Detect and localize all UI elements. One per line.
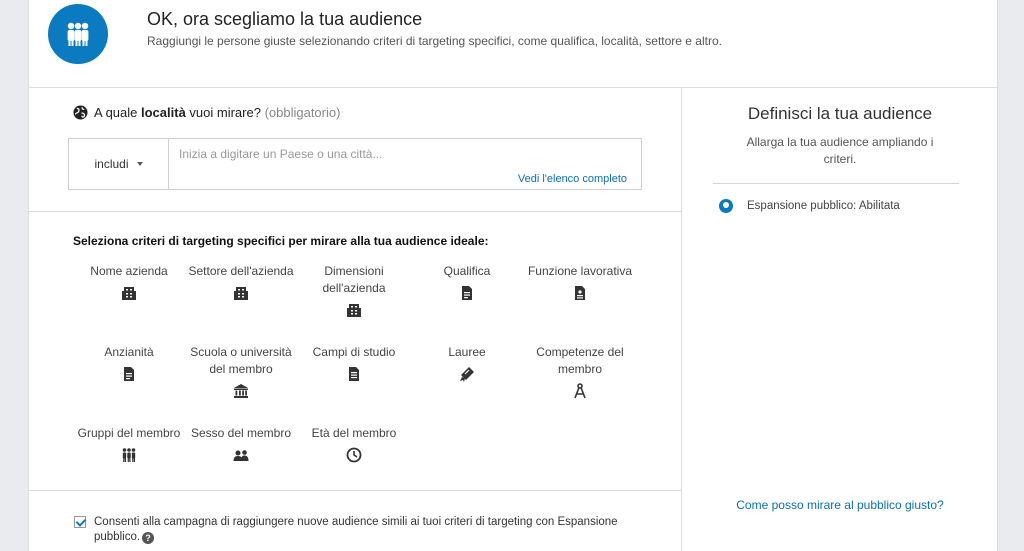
location-input[interactable] — [179, 147, 619, 161]
audience-subtitle: Allarga la tua audience ampliando i crit… — [746, 135, 934, 166]
document-icon — [462, 286, 472, 300]
expansion-status: Espansione pubblico: Abilitata — [719, 199, 900, 213]
criteria-title: Seleziona criteri di targeting specifici… — [73, 234, 489, 248]
expansion-icon — [719, 199, 733, 213]
document-icon — [349, 367, 359, 381]
required-label: (obbligatorio) — [264, 105, 341, 120]
criteria-member-gender[interactable]: Sesso del membro — [186, 425, 296, 463]
targeting-section: A quale località vuoi mirare? (obbligato… — [29, 88, 682, 551]
criteria-job-function[interactable]: Funzione lavorativa — [525, 263, 635, 301]
page-header: OK, ora scegliamo la tua audience Raggiu… — [29, 0, 997, 88]
criteria-label: Gruppi del membro — [77, 426, 181, 440]
audience-title: Definisci la tua audience — [747, 104, 933, 123]
criteria-label: Dimensioni dell'azienda — [322, 264, 386, 295]
criteria-label: Età del membro — [311, 426, 397, 440]
institution-icon — [234, 384, 248, 398]
criteria-label: Campi di studio — [312, 345, 396, 359]
people-icon — [233, 450, 249, 461]
building-icon — [234, 287, 248, 300]
location-bold: località — [141, 105, 186, 120]
criteria-label: Competenze del membro — [536, 345, 624, 376]
group-icon — [48, 4, 108, 64]
help-icon[interactable]: ? — [142, 532, 155, 544]
criteria-job-title[interactable]: Qualifica — [412, 263, 522, 301]
diploma-icon — [460, 367, 474, 382]
include-dropdown[interactable]: includi — [69, 139, 169, 189]
building-icon — [122, 287, 136, 300]
location-input-wrapper: Vedi l'elenco completo — [169, 139, 641, 189]
group-icon — [122, 448, 136, 462]
criteria-company-name[interactable]: Nome azienda — [74, 263, 184, 301]
criteria-label: Lauree — [448, 345, 486, 359]
globe-icon — [73, 105, 88, 120]
page-subtitle: Raggiungi le persone giuste selezionando… — [147, 34, 722, 48]
expansion-consent: Consenti alla campagna di raggiungere nu… — [74, 515, 654, 545]
full-list-link[interactable]: Vedi l'elenco completo — [518, 173, 627, 185]
main-panel: OK, ora scegliamo la tua audience Raggiu… — [28, 0, 998, 551]
location-title: A quale località vuoi mirare? (obbligato… — [73, 105, 340, 120]
divider — [29, 490, 682, 491]
consent-text: Consenti alla campagna di raggiungere nu… — [94, 516, 618, 543]
criteria-company-size[interactable]: Dimensioni dell'azienda — [299, 263, 409, 318]
criteria-seniority[interactable]: Anzianità — [74, 344, 184, 382]
include-label: includi — [94, 157, 129, 171]
criteria-label: Settore dell'azienda — [188, 264, 294, 278]
divider — [29, 211, 682, 212]
clock-icon — [346, 447, 362, 463]
divider — [713, 183, 959, 184]
expansion-status-text: Espansione pubblico: Abilitata — [747, 200, 900, 212]
criteria-school[interactable]: Scuola o università del membro — [186, 344, 296, 399]
criteria-label: Funzione lavorativa — [527, 264, 633, 278]
help-link[interactable]: Come posso mirare al pubblico giusto? — [683, 498, 997, 512]
criteria-member-age[interactable]: Età del membro — [299, 425, 409, 463]
criteria-fields-of-study[interactable]: Campi di studio — [299, 344, 409, 382]
building-icon — [347, 304, 361, 317]
criteria-label: Sesso del membro — [190, 426, 292, 440]
criteria-label: Anzianità — [104, 345, 154, 359]
criteria-skills[interactable]: Competenze del membro — [525, 344, 635, 399]
location-suffix: vuoi mirare? — [185, 105, 261, 120]
compass-icon — [574, 383, 586, 399]
location-box: includi Vedi l'elenco completo — [68, 138, 642, 190]
document-icon — [124, 367, 134, 381]
audience-summary: Definisci la tua audience Allarga la tua… — [683, 88, 997, 551]
criteria-label: Nome azienda — [90, 264, 168, 278]
criteria-label: Scuola o università del membro — [190, 345, 292, 376]
criteria-member-groups[interactable]: Gruppi del membro — [74, 425, 184, 463]
caret-down-icon — [136, 162, 143, 166]
criteria-degrees[interactable]: Lauree — [412, 344, 522, 382]
criteria-company-industry[interactable]: Settore dell'azienda — [186, 263, 296, 301]
page-title: OK, ora scegliamo la tua audience — [147, 9, 423, 29]
criteria-label: Qualifica — [443, 264, 491, 278]
document-icon — [575, 286, 585, 300]
location-prefix: A quale — [94, 105, 141, 120]
expansion-checkbox[interactable] — [74, 516, 86, 528]
